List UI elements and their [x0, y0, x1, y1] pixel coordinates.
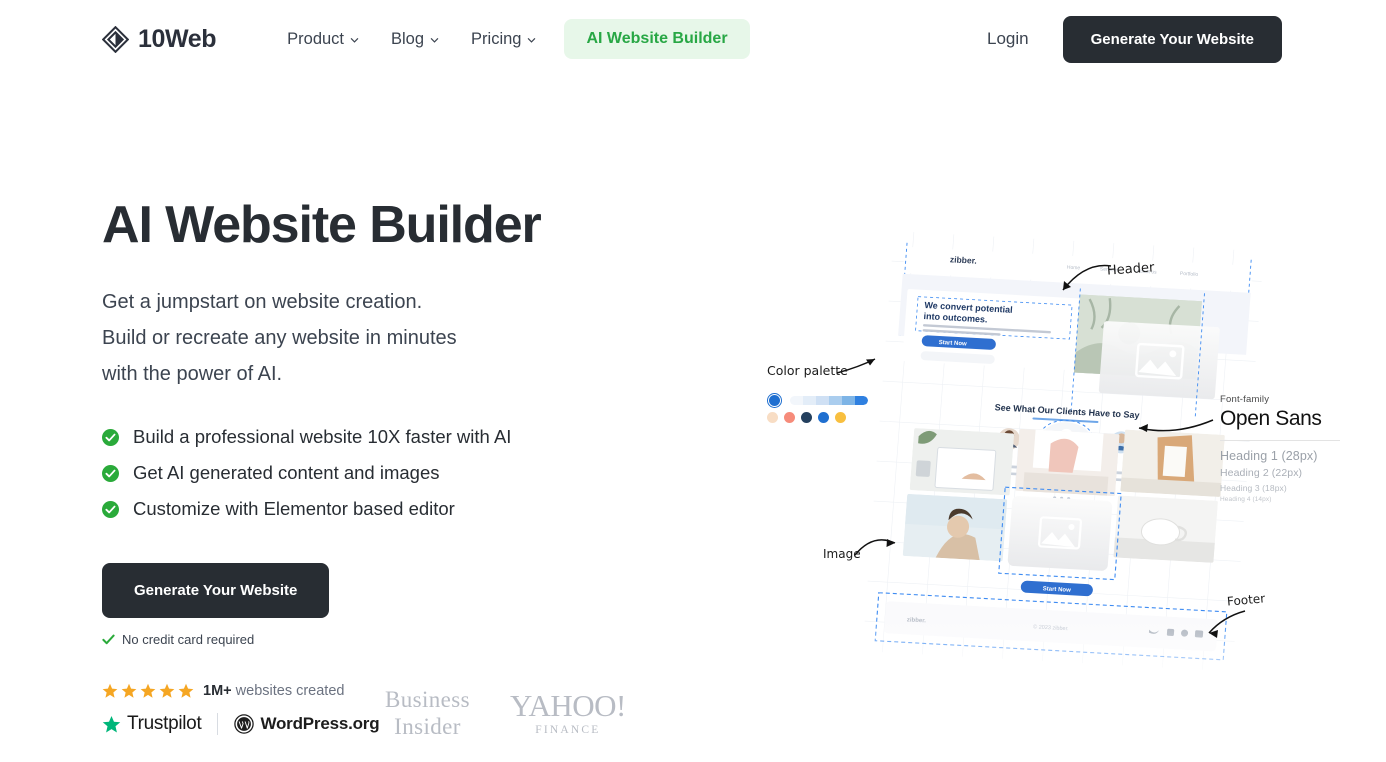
star-icon: [121, 683, 137, 698]
svg-text:Portfolio: Portfolio: [1180, 271, 1199, 278]
business-insider-logo: Business Insider: [385, 686, 470, 740]
palette-dot: [801, 412, 812, 423]
feature-label: Build a professional website 10X faster …: [133, 426, 512, 448]
feature-label: Get AI generated content and images: [133, 462, 440, 484]
no-credit-card-note: No credit card required: [102, 632, 662, 647]
hero-content: AI Website Builder Get a jumpstart on we…: [102, 196, 662, 647]
star-rating: [102, 683, 194, 699]
social-proof: 1M+ websites created Trustpilot WordPres…: [102, 683, 380, 735]
star-icon: [102, 683, 118, 698]
hero-subtitle: Get a jumpstart on website creation. Bui…: [102, 284, 662, 392]
nav-item-label: Blog: [391, 29, 425, 48]
nav-item-ai-website-builder[interactable]: AI Website Builder: [564, 19, 750, 59]
generate-your-website-button[interactable]: Generate Your Website: [102, 563, 330, 619]
heading-sample: Heading 1 (28px): [1220, 449, 1318, 463]
hero-subtitle-line: with the power of AI.: [102, 363, 283, 386]
brand-name: 10Web: [138, 24, 217, 53]
chevron-down-icon: [528, 37, 536, 43]
page-title: AI Website Builder: [102, 196, 542, 254]
brand-logo[interactable]: 10Web: [102, 24, 217, 54]
trustpilot-star-icon: [102, 715, 121, 732]
check-circle-icon: [102, 464, 119, 482]
header-actions: Login Generate Your Website: [975, 15, 1282, 63]
yahoo-finance-logo: YAHOO! FINANCE: [510, 690, 626, 736]
typography-divider: [1220, 440, 1340, 441]
hero-subtitle-line: Get a jumpstart on website creation.: [102, 291, 423, 314]
landing-page: 10Web Product Blog Pricing AI Website Bu…: [0, 0, 1386, 762]
no-credit-card-label: No credit card required: [122, 632, 255, 648]
color-palette-swatch-row: [767, 393, 868, 408]
trustpilot-badge[interactable]: Trustpilot: [102, 713, 202, 735]
business-insider-line2: Insider: [394, 714, 461, 740]
check-circle-icon: [102, 500, 119, 518]
header-generate-website-button[interactable]: Generate Your Website: [1062, 15, 1282, 63]
nav-item-product[interactable]: Product: [271, 22, 375, 57]
press-logos: Business Insider YAHOO! FINANCE: [385, 686, 626, 740]
wordpress-label: WordPress.org: [260, 714, 380, 733]
palette-dot: [835, 412, 846, 423]
chevron-down-icon: [430, 37, 439, 43]
svg-text:zibber.: zibber.: [950, 254, 978, 265]
nav-item-label: Pricing: [471, 29, 522, 48]
star-icon: [178, 683, 194, 698]
hero-cta-group: Generate Your Website No credit card req…: [102, 563, 662, 647]
feature-label: Customize with Elementor based editor: [133, 498, 455, 520]
heading-sample: Heading 2 (22px): [1220, 467, 1303, 479]
typography-panel: Font-family Open Sans Heading 1 (28px) H…: [1220, 394, 1340, 503]
palette-gradient-bar: [790, 396, 868, 405]
palette-dot: [818, 412, 829, 423]
list-item: Build a professional website 10X faster …: [102, 426, 662, 448]
check-icon: [102, 634, 115, 645]
font-family-kicker: Font-family: [1220, 394, 1270, 405]
websites-created-suffix: websites created: [231, 683, 345, 699]
diamond-logo-icon: [102, 25, 129, 53]
login-link[interactable]: Login: [975, 21, 1041, 57]
yahoo-finance-main: YAHOO!: [510, 688, 626, 724]
wordpress-icon: [234, 714, 255, 734]
svg-text:Home: Home: [1067, 265, 1081, 272]
chevron-down-icon: [350, 37, 359, 43]
websites-created-label: 1M+ websites created: [203, 683, 344, 699]
list-item: Get AI generated content and images: [102, 462, 662, 484]
heading-sample: Heading 3 (18px): [1220, 483, 1287, 493]
list-item: Customize with Elementor based editor: [102, 498, 662, 520]
heading-sample: Heading 4 (14px): [1220, 496, 1272, 503]
badge-divider: [217, 713, 219, 735]
palette-selected-icon: [767, 393, 782, 408]
feature-list: Build a professional website 10X faster …: [102, 426, 662, 520]
nav-item-pricing[interactable]: Pricing: [455, 22, 552, 57]
palette-dot: [784, 412, 795, 423]
nav-item-blog[interactable]: Blog: [375, 22, 455, 57]
palette-dot: [767, 412, 778, 423]
websites-created-count: 1M+: [203, 683, 232, 699]
trustpilot-label: Trustpilot: [127, 713, 202, 734]
main-nav: Product Blog Pricing AI Website Builder: [271, 19, 750, 59]
check-circle-icon: [102, 428, 119, 446]
business-insider-line1: Business: [385, 687, 470, 712]
hero-subtitle-line: Build or recreate any website in minutes: [102, 327, 457, 350]
yahoo-finance-sub: FINANCE: [535, 724, 601, 737]
rating-row: 1M+ websites created: [102, 683, 379, 699]
wordpress-badge[interactable]: WordPress.org: [234, 714, 380, 734]
color-palette-dots: [767, 412, 846, 423]
hero-illustration: zibber. Home Services About us Portfolio: [745, 215, 1345, 685]
star-icon: [140, 683, 156, 698]
annotation-color-palette-label: Color palette: [767, 363, 848, 378]
star-icon: [159, 683, 175, 698]
font-family-name: Open Sans: [1220, 407, 1322, 430]
annotation-image-label: Image: [823, 547, 861, 561]
site-header: 10Web Product Blog Pricing AI Website Bu…: [0, 0, 1386, 78]
nav-item-label: Product: [287, 29, 345, 48]
trust-badges: Trustpilot WordPress.org: [102, 713, 380, 735]
